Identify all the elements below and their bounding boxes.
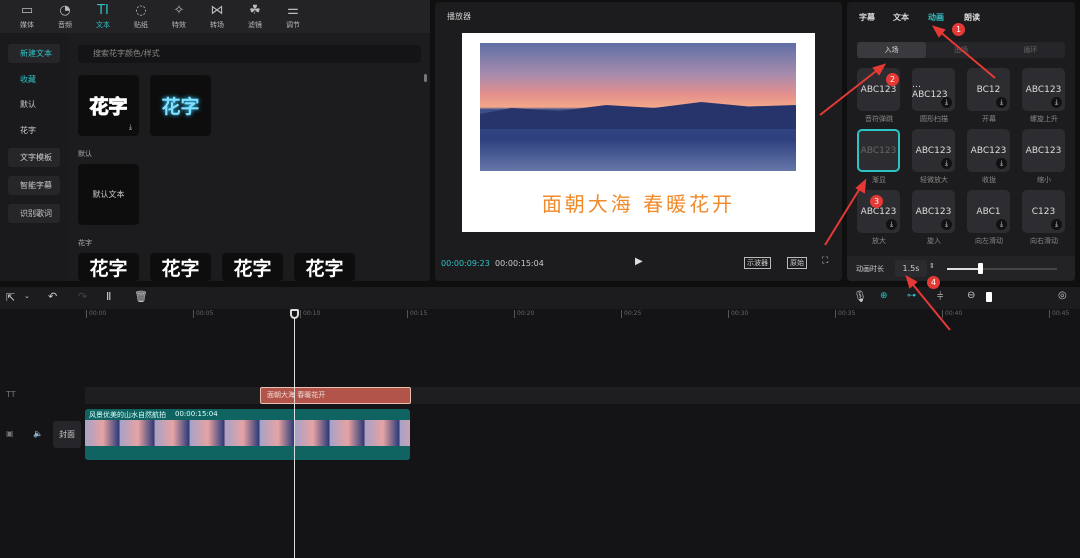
- annotation-badge-3: 3: [870, 195, 883, 208]
- annotation-arrows: [819, 25, 996, 331]
- annotation-badge-4: 4: [927, 276, 940, 289]
- annotation-badge-1: 1: [952, 23, 965, 36]
- annotation-badge-2: 2: [886, 73, 899, 86]
